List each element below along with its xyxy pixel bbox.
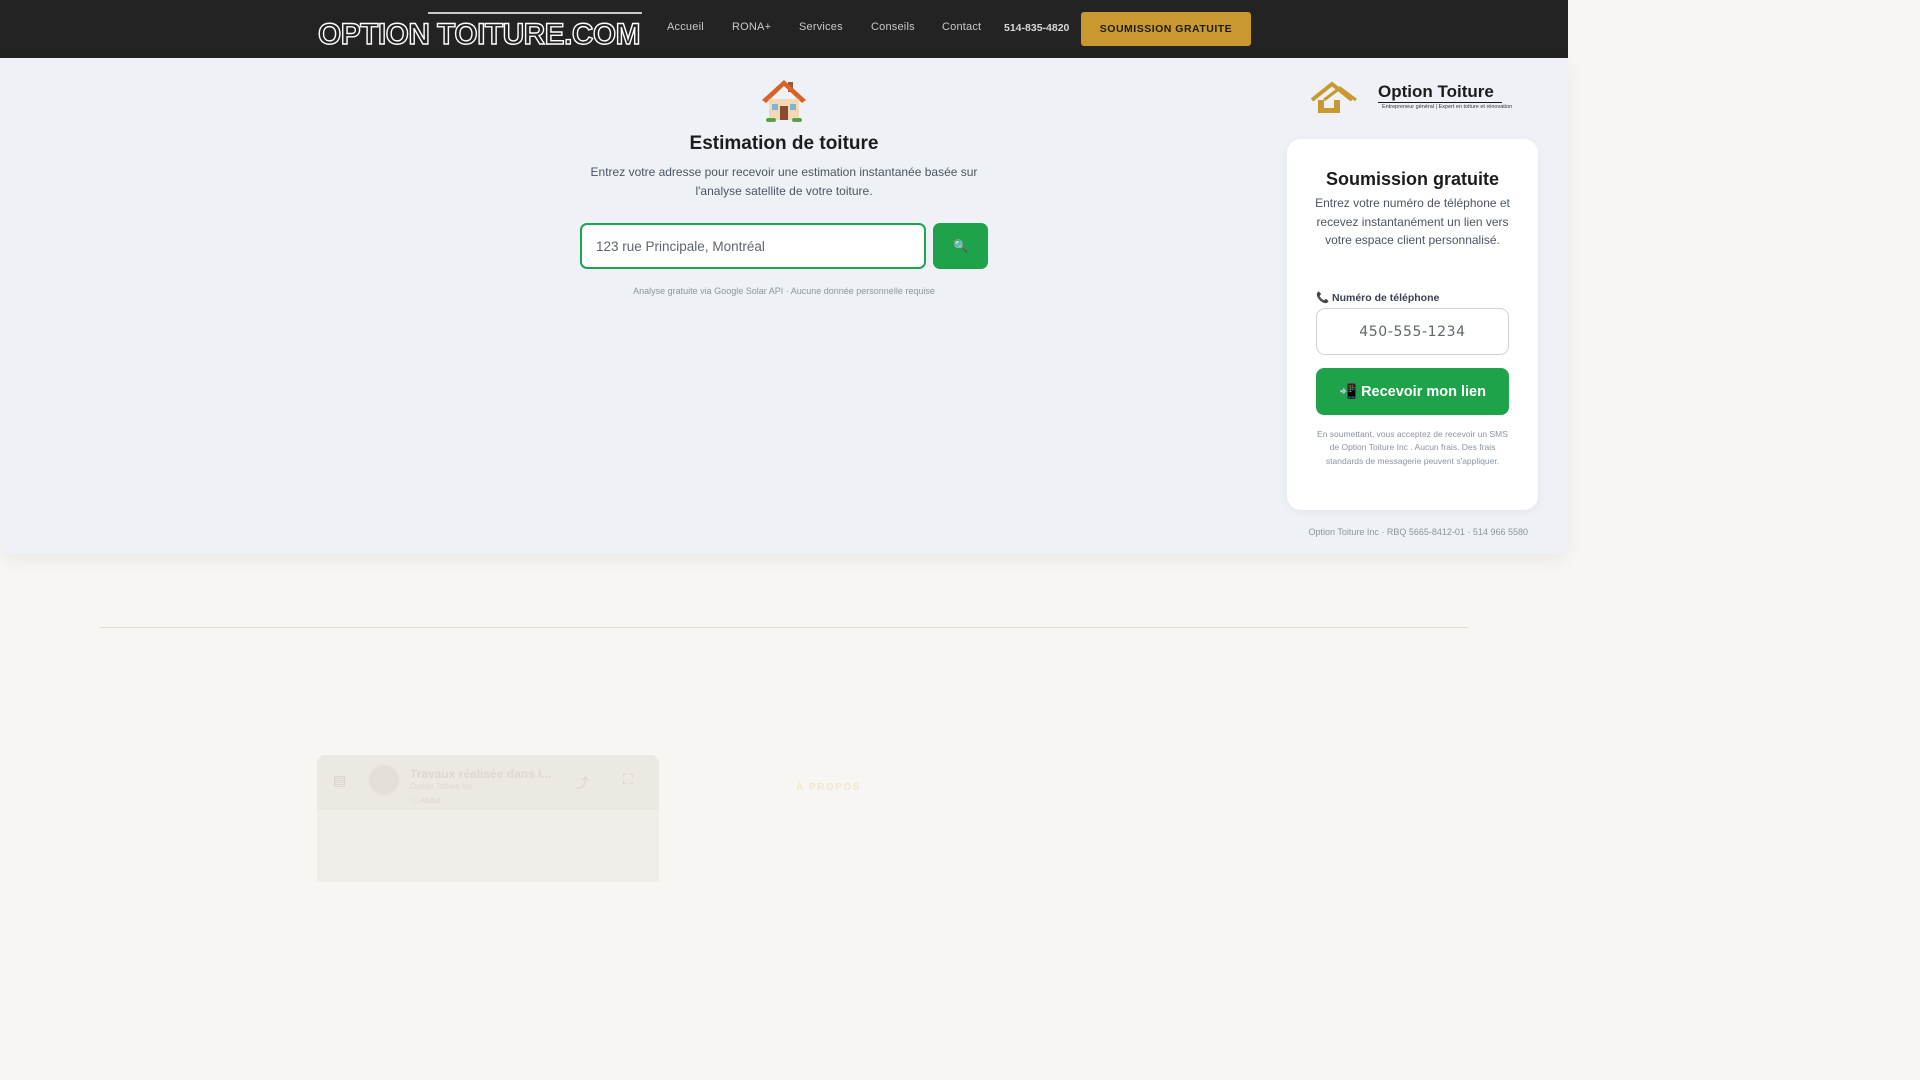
soumission-gratuite-button[interactable]: SOUMISSION GRATUITE <box>1081 12 1251 46</box>
brand-tagline: Entrepreneur général | Expert en toiture… <box>1382 104 1513 110</box>
submission-title: Soumission gratuite <box>1325 169 1500 189</box>
nav-link-contact[interactable]: Contact <box>942 21 981 33</box>
analysis-note: Analyse gratuite via Google Solar API · … <box>633 286 935 296</box>
share-icon[interactable]: ⤴ <box>575 773 589 793</box>
estimate-title: Estimation de toiture <box>689 133 879 154</box>
nav-link-services[interactable]: Services <box>799 21 843 33</box>
submission-description: Entrez votre numéro de téléphone et rece… <box>1315 196 1510 247</box>
video-title[interactable]: Travaux réalisée dans l... <box>410 767 551 781</box>
phone-input[interactable] <box>1316 308 1509 355</box>
fullscreen-icon[interactable]: ⛶ <box>623 772 633 788</box>
search-icon: 🔍 <box>953 239 968 253</box>
brand-name: Option Toiture <box>1378 82 1494 101</box>
nav-link-accueil[interactable]: Accueil <box>667 21 704 33</box>
house-icon <box>762 80 806 122</box>
company-footer: Option Toiture Inc · RBQ 5665-8412-01 · … <box>1308 527 1528 537</box>
brand-roof-icon <box>1310 81 1357 113</box>
submission-card: Soumission gratuite Entrez votre numéro … <box>1287 139 1538 510</box>
video-about[interactable]: ⓘ About <box>410 795 441 806</box>
video-embed[interactable]: ▤ Travaux réalisée dans l... Option Toit… <box>317 755 659 882</box>
phone-label: 📞 Numéro de téléphone <box>1316 292 1440 304</box>
nav-phone-number[interactable]: 514-835-4820 <box>1004 22 1069 34</box>
estimate-description: Entrez votre adresse pour recevoir une e… <box>590 165 978 198</box>
nav-link-rona[interactable]: RONA+ <box>732 21 771 33</box>
brand-underline <box>1378 102 1502 103</box>
about-section-label: À PROPOS <box>796 782 861 793</box>
section-divider <box>100 627 1468 628</box>
address-input[interactable] <box>580 223 926 269</box>
top-nav: OPTION TOITURE.COM Accueil RONA+ Service… <box>0 0 1568 58</box>
receive-link-button[interactable]: 📲 Recevoir mon lien <box>1316 368 1509 415</box>
playlist-icon[interactable]: ▤ <box>333 773 346 789</box>
svg-text:OPTION TOITURE.COM: OPTION TOITURE.COM <box>318 18 640 50</box>
site-logo[interactable]: OPTION TOITURE.COM <box>316 10 644 50</box>
nav-link-conseils[interactable]: Conseils <box>871 21 915 33</box>
video-header: ▤ Travaux réalisée dans l... Option Toit… <box>317 755 659 810</box>
sms-legal-text: En soumettant, vous acceptez de recevoir… <box>1317 429 1508 466</box>
channel-avatar[interactable] <box>369 765 399 795</box>
search-button[interactable]: 🔍 <box>933 223 988 269</box>
video-channel[interactable]: Option Toiture Inc <box>410 782 473 791</box>
